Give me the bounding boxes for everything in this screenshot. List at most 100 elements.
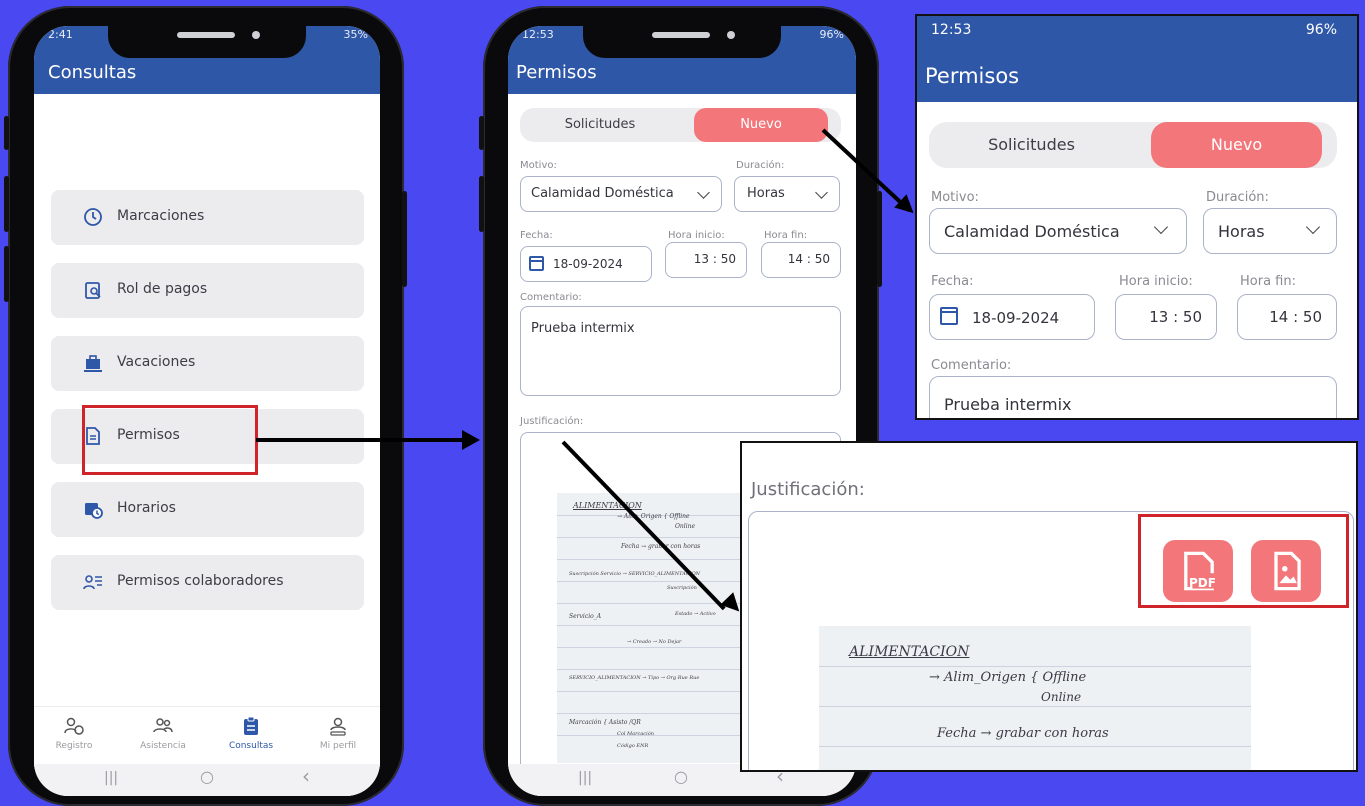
end-time-label: Hora fin:	[764, 230, 808, 241]
justification-label: Justificación:	[520, 416, 584, 427]
justification-label: Justificación:	[751, 479, 865, 500]
duration-select[interactable]: Horas	[734, 176, 840, 212]
note-line: Servicio_A	[569, 613, 602, 620]
volume-button	[4, 176, 9, 232]
camera-icon	[252, 31, 260, 39]
nav-item-consultas[interactable]: Consultas	[216, 707, 286, 767]
users-list-icon	[83, 575, 102, 590]
start-time-value: 13 : 50	[693, 252, 736, 266]
date-value: 18-09-2024	[972, 309, 1060, 327]
comment-textarea[interactable]: Prueba intermix	[520, 306, 841, 396]
menu-item-label: Vacaciones	[117, 354, 196, 370]
nav-label: Asistencia	[140, 741, 186, 751]
reason-label: Motivo:	[520, 160, 557, 171]
start-time-value: 13 : 50	[1149, 308, 1202, 326]
start-time-label: Hora inicio:	[668, 230, 725, 241]
power-button	[877, 191, 882, 287]
note-line: Fecha → grabar con horas	[937, 726, 1109, 741]
camera-icon	[727, 31, 735, 39]
nav-item-asistencia[interactable]: Asistencia	[128, 707, 198, 767]
date-label: Fecha:	[931, 274, 974, 289]
duration-value: Horas	[1218, 222, 1265, 241]
tab-nuevo[interactable]: Nuevo	[1151, 122, 1322, 168]
reason-select[interactable]: Calamidad Doméstica	[520, 176, 722, 212]
tab-label: Solicitudes	[988, 135, 1075, 154]
menu-item-permisos-colaboradores[interactable]: Permisos colaboradores	[51, 555, 364, 610]
clipboard-icon	[244, 716, 258, 735]
zoom-panel-form: 12:53 96% Permisos Solicitudes Nuevo Mot…	[915, 14, 1359, 420]
clock-check-icon	[84, 208, 102, 226]
menu-item-label: Marcaciones	[117, 208, 205, 224]
duration-select[interactable]: Horas	[1203, 208, 1337, 254]
recents-button[interactable]: |||	[578, 770, 592, 786]
status-bar: 12:53 96%	[917, 16, 1357, 38]
tab-label: Solicitudes	[564, 117, 636, 132]
status-battery: 96%	[819, 28, 844, 41]
status-battery: 96%	[1305, 22, 1337, 38]
home-button[interactable]: ○	[200, 767, 214, 786]
calendar-icon	[529, 256, 544, 271]
comment-textarea[interactable]: Prueba intermix	[929, 376, 1337, 418]
recents-button[interactable]: |||	[104, 770, 118, 786]
people-icon	[153, 718, 173, 733]
chevron-down-icon	[815, 186, 828, 199]
end-time-value: 14 : 50	[1269, 308, 1322, 326]
chevron-down-icon	[1305, 219, 1321, 235]
tab-solicitudes[interactable]: Solicitudes	[520, 108, 680, 142]
comment-label: Comentario:	[931, 358, 1012, 373]
nav-item-registro[interactable]: Registro	[39, 707, 109, 767]
calendar-icon	[940, 307, 958, 325]
tab-bar: Solicitudes Nuevo	[520, 108, 841, 142]
bottom-nav: Registro Asistencia Consultas Mi perfil	[34, 706, 380, 769]
volume-button	[4, 116, 9, 150]
note-line: Online	[675, 523, 696, 530]
start-time-field[interactable]: 13 : 50	[1115, 294, 1217, 340]
arrow-connector	[256, 438, 466, 442]
status-time: 12:53	[522, 28, 554, 41]
system-nav-bar: ||| ○ ‹	[34, 764, 380, 796]
menu-item-marcaciones[interactable]: Marcaciones	[51, 190, 364, 245]
comment-label: Comentario:	[520, 292, 582, 303]
reason-value: Calamidad Doméstica	[944, 222, 1120, 241]
status-time: 2:41	[48, 28, 73, 41]
nav-item-mi-perfil[interactable]: Mi perfil	[303, 707, 373, 767]
nav-label: Registro	[55, 741, 93, 751]
tab-label: Nuevo	[740, 117, 782, 132]
end-time-value: 14 : 50	[787, 252, 830, 266]
date-field[interactable]: 18-09-2024	[520, 246, 652, 282]
note-line: SERVICIO_ALIMENTACION → Tipo → Org Rue R…	[569, 675, 700, 681]
volume-button	[479, 116, 484, 150]
menu-item-horarios[interactable]: Horarios	[51, 482, 364, 537]
tab-nuevo[interactable]: Nuevo	[694, 108, 828, 142]
note-heading: ALIMENTACION	[573, 501, 642, 510]
reason-value: Calamidad Doméstica	[531, 186, 674, 201]
reason-label: Motivo:	[931, 190, 979, 205]
tab-solicitudes[interactable]: Solicitudes	[929, 122, 1134, 168]
camera-notch	[583, 20, 781, 58]
date-label: Fecha:	[520, 230, 553, 241]
page-title: Consultas	[48, 62, 137, 83]
date-value: 18-09-2024	[553, 257, 623, 271]
menu-item-rol-de-pagos[interactable]: Rol de pagos	[51, 263, 364, 318]
start-time-label: Hora inicio:	[1119, 274, 1193, 289]
chevron-down-icon	[1153, 219, 1169, 235]
end-time-field[interactable]: 14 : 50	[761, 242, 841, 278]
back-button[interactable]: ‹	[302, 764, 310, 788]
date-field[interactable]: 18-09-2024	[929, 294, 1095, 340]
note-line: → Alim_Origen { Offline	[929, 670, 1087, 685]
tab-bar: Solicitudes Nuevo	[929, 122, 1337, 168]
briefcase-icon	[84, 355, 102, 372]
volume-button	[4, 246, 9, 302]
page-title: Permisos	[516, 62, 597, 83]
status-battery: 35%	[343, 28, 368, 41]
clipboard-search-icon	[85, 282, 101, 299]
speaker-icon	[652, 32, 710, 38]
menu-item-vacaciones[interactable]: Vacaciones	[51, 336, 364, 391]
end-time-label: Hora fin:	[1240, 274, 1296, 289]
end-time-field[interactable]: 14 : 50	[1237, 294, 1337, 340]
note-line: Marcación { Asisto /QR	[569, 719, 641, 726]
start-time-field[interactable]: 13 : 50	[665, 242, 747, 278]
reason-select[interactable]: Calamidad Doméstica	[929, 208, 1187, 254]
home-button[interactable]: ○	[674, 767, 688, 786]
note-line: Suscripción Servicio → SERVICIO_ALIMENTA…	[569, 571, 701, 577]
